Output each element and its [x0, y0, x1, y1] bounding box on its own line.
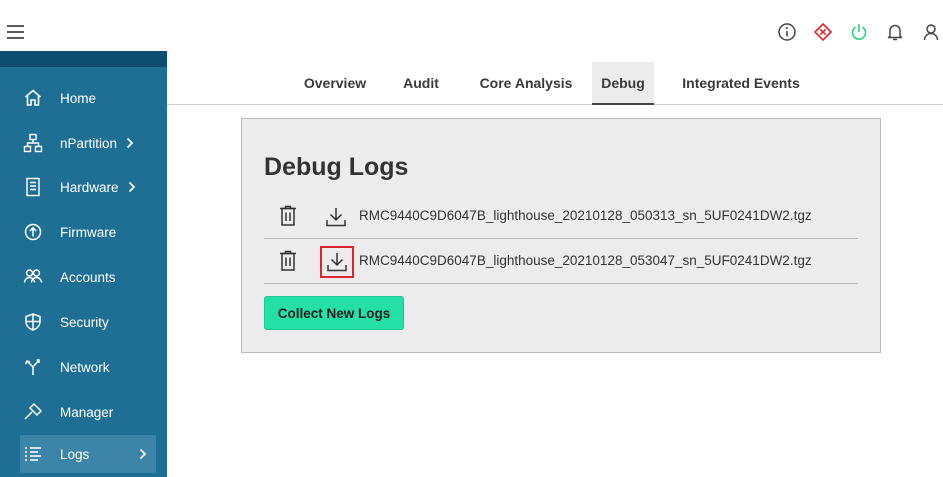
sidebar-item-label: Security — [60, 314, 109, 330]
sidebar-item-label: Hardware — [60, 179, 119, 195]
sidebar-item-home[interactable]: Home — [20, 79, 156, 117]
tab-integrated-events[interactable]: Integrated Events — [672, 62, 810, 105]
partition-icon — [22, 132, 44, 154]
chevron-right-icon — [127, 181, 137, 193]
sidebar-item-label: Network — [60, 359, 110, 375]
log-filename: RMC9440C9D6047B_lighthouse_20210128_0530… — [359, 253, 812, 268]
network-icon — [22, 356, 44, 378]
sidebar-item-logs[interactable]: Logs — [20, 435, 156, 473]
user-icon[interactable] — [919, 20, 943, 44]
sidebar-item-security[interactable]: Security — [20, 303, 156, 341]
sidebar-item-accounts[interactable]: Accounts — [20, 258, 156, 296]
manager-icon — [22, 401, 44, 423]
sidebar-item-network[interactable]: Network — [20, 348, 156, 386]
tab-audit[interactable]: Audit — [395, 62, 447, 105]
topbar-icon-group — [763, 18, 943, 46]
top-bar — [0, 0, 943, 51]
sidebar-item-label: nPartition — [60, 135, 118, 151]
tab-core-analysis[interactable]: Core Analysis — [467, 62, 585, 105]
power-icon[interactable] — [847, 20, 871, 44]
delete-log-button[interactable] — [277, 249, 299, 273]
sidebar-item-npartition[interactable]: nPartition — [20, 124, 156, 162]
sidebar-item-label: Manager — [60, 404, 114, 420]
home-icon — [22, 87, 44, 109]
hardware-icon — [22, 176, 44, 198]
logs-icon — [22, 443, 44, 465]
log-row: RMC9440C9D6047B_lighthouse_20210128_0530… — [264, 239, 858, 284]
download-icon — [326, 208, 346, 227]
bell-icon[interactable] — [883, 20, 907, 44]
tab-debug[interactable]: Debug — [592, 62, 654, 105]
alert-diamond-icon[interactable] — [811, 20, 835, 44]
sidebar-item-label: Logs — [60, 446, 90, 462]
sidebar-header — [0, 51, 167, 67]
download-log-button[interactable] — [320, 246, 354, 278]
tab-bar: Overview Audit Core Analysis Debug Integ… — [167, 62, 943, 105]
sidebar-item-label: Firmware — [60, 224, 117, 240]
delete-log-button[interactable] — [277, 204, 299, 228]
log-row: RMC9440C9D6047B_lighthouse_20210128_0503… — [264, 194, 858, 239]
security-icon — [22, 311, 44, 333]
tab-overview[interactable]: Overview — [295, 62, 375, 105]
download-icon — [327, 253, 347, 272]
sidebar: Home nPartition Hardware Firmware Accoun… — [0, 51, 167, 477]
download-log-button[interactable] — [323, 204, 349, 230]
log-filename: RMC9440C9D6047B_lighthouse_20210128_0503… — [359, 208, 812, 223]
trash-icon — [280, 205, 296, 226]
sidebar-item-firmware[interactable]: Firmware — [20, 213, 156, 251]
collect-new-logs-button[interactable]: Collect New Logs — [264, 296, 404, 330]
sidebar-item-manager[interactable]: Manager — [20, 393, 156, 431]
sidebar-item-label: Accounts — [60, 269, 116, 285]
panel-title: Debug Logs — [264, 153, 409, 181]
sidebar-item-hardware[interactable]: Hardware — [20, 168, 156, 206]
debug-logs-panel: Debug Logs RMC9440C9D6047B_lighthouse_20… — [241, 118, 881, 353]
chevron-right-icon — [125, 137, 135, 149]
trash-icon — [280, 250, 296, 271]
chevron-right-icon — [138, 448, 148, 460]
info-icon[interactable] — [775, 20, 799, 44]
accounts-icon — [22, 266, 44, 288]
firmware-icon — [22, 221, 44, 243]
hamburger-icon[interactable] — [5, 22, 29, 42]
sidebar-item-label: Home — [60, 90, 97, 106]
